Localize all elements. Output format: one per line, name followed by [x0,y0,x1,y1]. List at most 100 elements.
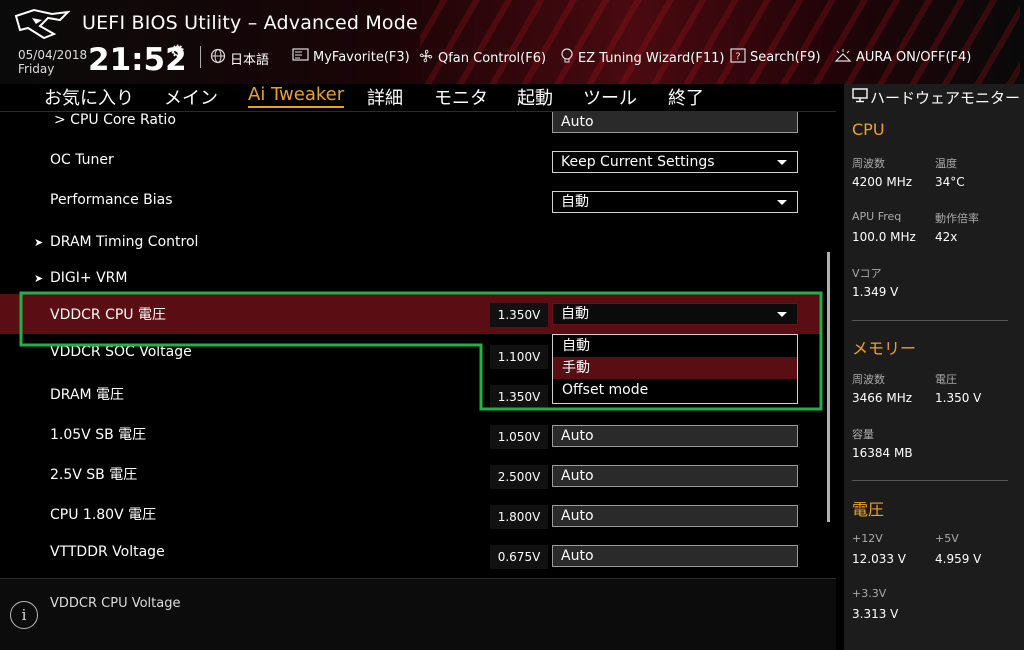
scrollbar[interactable] [827,252,830,522]
hwmon-separator [852,320,1008,321]
arrow-right-icon: ➤ [34,272,44,285]
ez-tuning-button[interactable]: EZ Tuning Wizard(F11) [560,48,724,68]
setting-label: > CPU Core Ratio [54,112,176,128]
setting-label: VDDCR CPU 電圧 [50,307,167,323]
v5-value: 4.959 V [935,552,982,566]
hwmon-title: ハードウェアモニター [852,88,1020,107]
select-value: 自動 [561,306,589,322]
tab-favorites[interactable]: お気に入り [44,84,134,110]
search-button[interactable]: ? Search(F9) [730,48,821,67]
setting-row-cpu-180v[interactable]: CPU 1.80V 電圧 1.800V Auto [0,494,820,534]
setting-label: Performance Bias [50,192,173,208]
myfavorite-label: MyFavorite(F3) [313,49,410,65]
setting-row-performance-bias[interactable]: Performance Bias 自動 [0,182,820,222]
current-voltage: 1.350V [490,303,548,327]
fan-icon [418,48,434,68]
mem-cap-label: 容量 [852,428,874,441]
bulb-icon [560,48,574,68]
hardware-monitor-panel: ハードウェアモニター CPU 周波数 4200 MHz 温度 34°C APU … [844,84,1024,650]
current-voltage: 1.050V [490,425,548,449]
dropdown-option-manual[interactable]: 手動 [553,357,797,379]
setting-row-oc-tuner[interactable]: OC Tuner Keep Current Settings [0,142,820,182]
mem-volt-value: 1.350 V [935,391,982,405]
hwmon-voltage-heading: 電圧 [852,500,885,519]
hwmon-divider [836,84,844,650]
submenu-label: DIGI+ VRM [50,270,128,286]
language-label: 日本語 [230,52,270,68]
tab-monitor[interactable]: モニタ [434,84,488,110]
monitor-icon [852,88,870,107]
tab-main[interactable]: メイン [164,84,218,110]
globe-icon [210,48,226,68]
vddcr-cpu-select[interactable]: 自動 [552,303,798,325]
setting-label: OC Tuner [50,152,114,168]
submenu-dram-timing-control[interactable]: ➤ DRAM Timing Control [0,222,820,262]
hwmon-memory-heading: メモリー [852,339,917,358]
setting-label: VDDCR SOC Voltage [50,344,192,360]
cpu-180-field[interactable]: Auto [552,505,798,527]
v12-value: 12.033 V [852,552,907,566]
submenu-digi-vrm[interactable]: ➤ DIGI+ VRM [0,258,820,298]
mem-cap-value: 16384 MB [852,446,913,460]
cpu-freq-value: 4200 MHz [852,175,913,189]
sb-105-field[interactable]: Auto [552,425,798,447]
info-icon: i [10,601,38,629]
tab-boot[interactable]: 起動 [517,84,553,110]
tab-ai-tweaker[interactable]: Ai Tweaker [248,84,345,108]
select-value: 自動 [561,194,589,210]
vttddr-field[interactable]: Auto [552,545,798,567]
setting-row-vttddr[interactable]: VTTDDR Voltage 0.675V Auto [0,534,820,574]
clock-settings-icon[interactable]: ⚙ [170,42,185,62]
cpu-ratio-value: 42x [935,230,958,244]
current-voltage: 1.100V [490,345,548,369]
performance-bias-select[interactable]: 自動 [552,191,798,213]
aura-button[interactable]: AURA ON/OFF(F4) [834,48,971,67]
setting-label: CPU 1.80V 電圧 [50,507,157,523]
date-text: 05/04/2018 [18,48,88,62]
tab-tool[interactable]: ツール [583,84,637,110]
rog-logo-icon [14,8,70,40]
cpu-freq-label: 周波数 [852,157,885,170]
select-value: Keep Current Settings [561,154,715,170]
dropdown-option-auto[interactable]: 自動 [553,335,797,357]
tab-advanced[interactable]: 詳細 [367,84,403,110]
setting-label: 2.5V SB 電圧 [50,467,138,483]
current-voltage: 0.675V [490,545,548,569]
cpu-core-ratio-field[interactable]: Auto [552,112,798,133]
mem-freq-label: 周波数 [852,373,885,386]
day-text: Friday [18,62,55,76]
setting-row-cpu-core-ratio[interactable]: > CPU Core Ratio Auto [0,112,820,142]
myfavorite-button[interactable]: MyFavorite(F3) [292,48,410,66]
hwmon-title-text: ハードウェアモニター [870,89,1021,107]
language-button[interactable]: 日本語 [210,48,269,68]
current-voltage: 2.500V [490,465,548,489]
favorite-icon [292,48,309,66]
qfan-control-button[interactable]: Qfan Control(F6) [418,48,546,68]
sb-25-field[interactable]: Auto [552,465,798,487]
qfan-label: Qfan Control(F6) [438,50,547,66]
ez-tuning-label: EZ Tuning Wizard(F11) [578,50,725,66]
chevron-down-icon [777,312,787,317]
top-nav: お気に入り メイン Ai Tweaker 詳細 モニタ 起動 ツール 終了 [0,84,836,112]
apu-freq-value: 100.0 MHz [852,230,916,244]
tab-exit[interactable]: 終了 [668,84,704,110]
help-bar: i VDDCR CPU Voltage [0,578,836,650]
vddcr-cpu-dropdown-list: 自動 手動 Offset mode [552,334,798,404]
arrow-right-icon: ➤ [34,236,44,249]
cpu-ratio-label: 動作倍率 [935,212,979,225]
svg-text:?: ? [735,52,740,63]
apu-freq-label: APU Freq [852,210,902,223]
v33-value: 3.313 V [852,607,899,621]
oc-tuner-select[interactable]: Keep Current Settings [552,151,798,173]
hwmon-cpu-heading: CPU [852,120,885,139]
setting-row-105v-sb[interactable]: 1.05V SB 電圧 1.050V Auto [0,414,820,454]
setting-row-25v-sb[interactable]: 2.5V SB 電圧 2.500V Auto [0,454,820,494]
v33-label: +3.3V [852,587,887,600]
dropdown-option-offset[interactable]: Offset mode [553,379,797,401]
setting-label: VTTDDR Voltage [50,544,165,560]
v5-label: +5V [935,532,959,545]
chevron-down-icon [777,200,787,205]
cpu-temp-label: 温度 [935,157,957,170]
setting-row-vddcr-cpu[interactable]: VDDCR CPU 電圧 1.350V 自動 [0,294,820,334]
search-label: Search(F9) [750,50,821,65]
